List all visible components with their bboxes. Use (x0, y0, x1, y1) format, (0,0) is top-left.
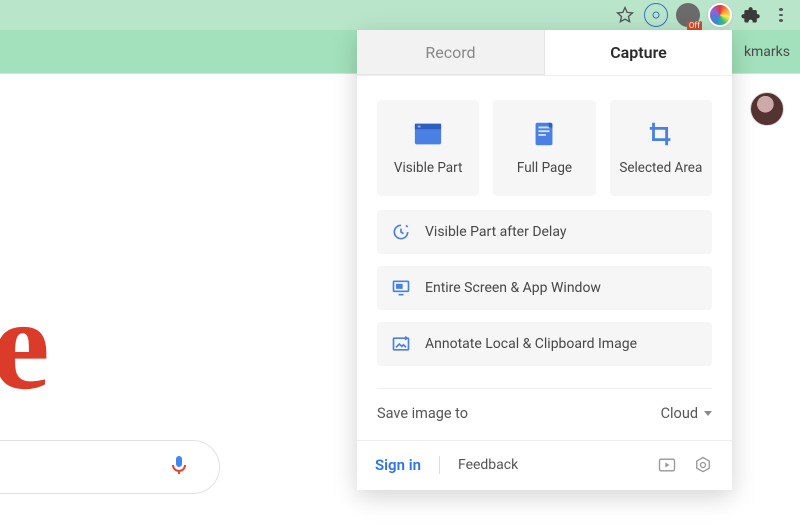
save-label: Save image to (377, 405, 468, 422)
address-bar: Off (0, 0, 800, 30)
primary-options: Visible Part Full Page Selected Area (357, 76, 732, 210)
option-selected-area[interactable]: Selected Area (610, 100, 712, 196)
option-label: Annotate Local & Clipboard Image (425, 336, 637, 352)
image-upload-icon (391, 334, 411, 354)
chevron-down-icon (704, 411, 712, 416)
mic-icon[interactable] (167, 453, 191, 481)
scroll-page-icon (529, 120, 559, 148)
save-destination-value: Cloud (661, 405, 698, 422)
tab-bar: Record Capture (357, 30, 732, 76)
search-input[interactable] (0, 440, 220, 494)
option-visible-delay[interactable]: Visible Part after Delay (377, 210, 712, 254)
option-label: Visible Part after Delay (425, 224, 566, 240)
google-logo-fragment: e (0, 280, 50, 410)
star-icon[interactable] (614, 4, 636, 26)
option-annotate-local[interactable]: Annotate Local & Clipboard Image (377, 322, 712, 366)
secondary-options: Visible Part after Delay Entire Screen &… (357, 210, 732, 366)
save-destination-select[interactable]: Cloud (661, 405, 712, 422)
settings-icon[interactable] (692, 454, 714, 476)
avatar[interactable] (750, 92, 784, 126)
timer-icon (391, 222, 411, 242)
extension-popup: Record Capture Visible Part Full Page Se… (357, 30, 732, 490)
feedback-link[interactable]: Feedback (458, 457, 518, 473)
option-label: Selected Area (619, 160, 702, 176)
option-full-page[interactable]: Full Page (493, 100, 595, 196)
extension-icon-2[interactable]: Off (676, 3, 700, 27)
sign-in-link[interactable]: Sign in (375, 456, 421, 474)
recordings-icon[interactable] (656, 454, 678, 476)
bookmarks-label-fragment: kmarks (744, 44, 790, 60)
extension-icon-1[interactable] (644, 3, 668, 27)
extensions-icon[interactable] (740, 4, 762, 26)
extension-icon-3[interactable] (708, 3, 732, 27)
option-entire-screen[interactable]: Entire Screen & App Window (377, 266, 712, 310)
browser-window-icon (413, 120, 443, 148)
option-label: Visible Part (394, 160, 463, 176)
save-destination-row: Save image to Cloud (357, 389, 732, 440)
option-label: Entire Screen & App Window (425, 280, 601, 296)
option-visible-part[interactable]: Visible Part (377, 100, 479, 196)
popup-footer: Sign in Feedback (357, 440, 732, 488)
desktop-icon (391, 278, 411, 298)
crop-icon (646, 120, 676, 148)
divider (439, 456, 440, 474)
tab-capture[interactable]: Capture (545, 30, 732, 75)
option-label: Full Page (517, 160, 572, 176)
menu-icon[interactable] (770, 4, 792, 26)
tab-record[interactable]: Record (357, 30, 545, 75)
